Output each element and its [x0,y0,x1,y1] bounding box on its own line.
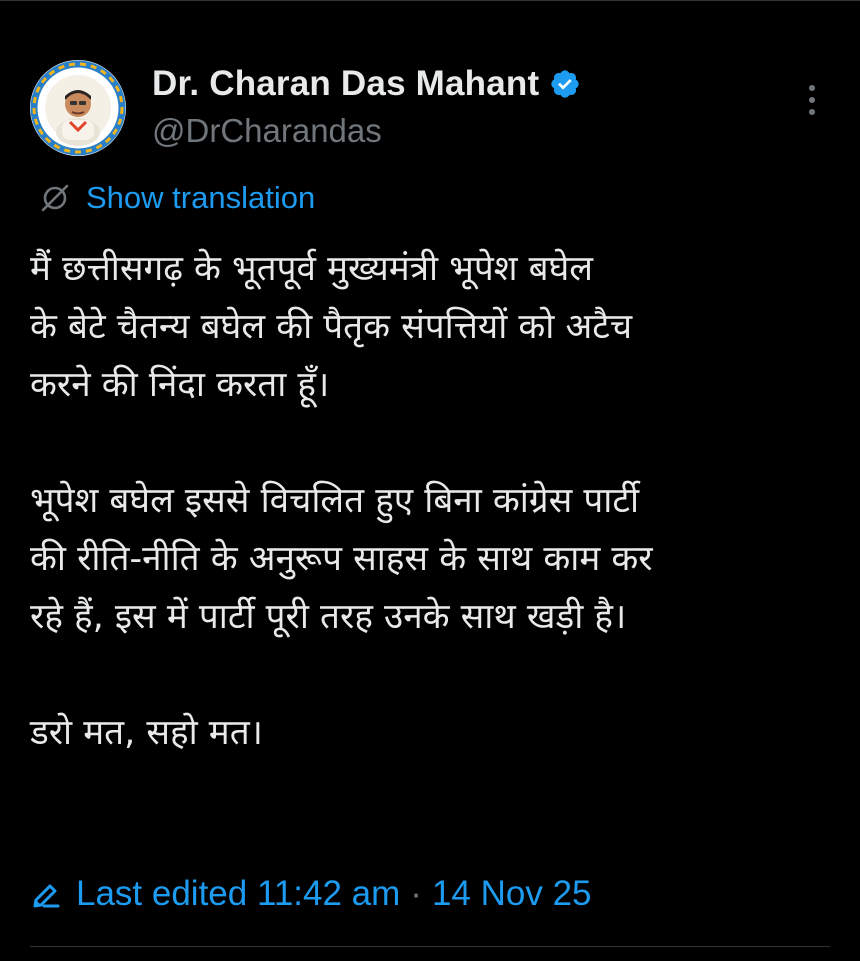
pencil-icon [30,878,62,910]
show-translation-button[interactable]: Show translation [38,178,315,218]
author-info: Dr. Charan Das Mahant @DrCharandas [152,62,581,150]
translate-icon [38,181,72,215]
display-name[interactable]: Dr. Charan Das Mahant [152,64,539,104]
tweet-paragraph: भूपेश बघेल इससे विचलित हुए बिना कांग्रेस… [30,481,653,637]
tweet-card: Dr. Charan Das Mahant @DrCharandas Show … [0,0,860,961]
verified-badge-icon [549,68,581,100]
more-vertical-icon[interactable] [802,82,822,118]
tweet-header: Dr. Charan Das Mahant @DrCharandas [30,60,830,160]
last-edited-label[interactable]: Last edited 11:42 am [76,874,400,914]
avatar[interactable] [30,60,126,156]
tweet-paragraph: मैं छत्तीसगढ़ के भूतपूर्व मुख्यमंत्री भू… [30,249,633,405]
edit-history-link[interactable]: Last edited 11:42 am · 14 Nov 25 [30,870,592,918]
edit-date[interactable]: 14 Nov 25 [432,874,592,914]
show-translation-label[interactable]: Show translation [86,180,315,216]
bottom-divider [30,946,830,947]
tweet-paragraph: डरो मत, सहो मत। [30,713,263,753]
separator-dot: · [410,874,422,913]
display-name-row: Dr. Charan Das Mahant [152,62,581,106]
author-handle[interactable]: @DrCharandas [152,112,581,150]
tweet-text: मैं छत्तीसगढ़ के भूतपूर्व मुख्यमंत्री भू… [30,240,830,762]
avatar-image [30,60,126,156]
